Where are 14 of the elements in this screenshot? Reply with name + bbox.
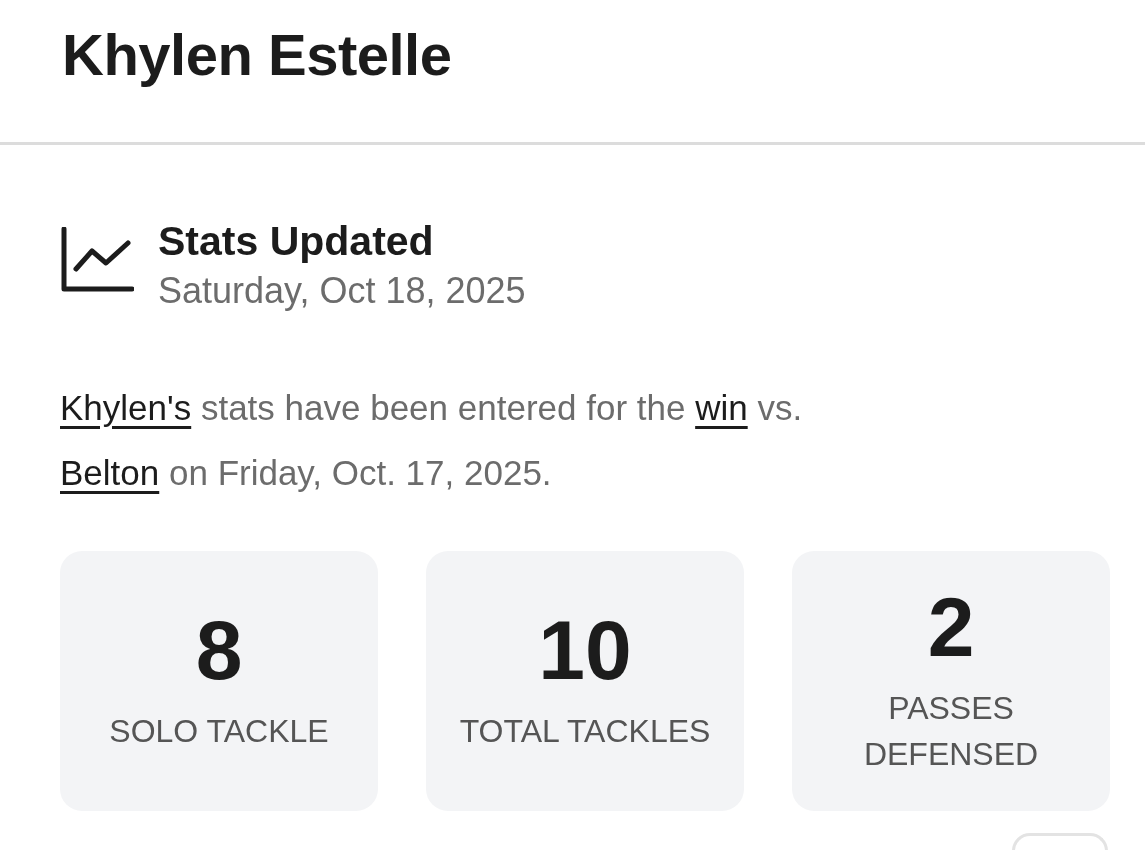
stat-value: 10 — [538, 608, 632, 692]
stat-value: 2 — [927, 585, 975, 669]
line-chart-icon — [60, 227, 134, 293]
stat-label: PASSES DEFENSED — [862, 689, 1040, 774]
stat-label: SOLO TACKLE — [108, 712, 330, 751]
stat-label: TOTAL TACKLES — [458, 712, 712, 751]
text-link[interactable]: Belton — [60, 453, 160, 492]
update-heading: Stats Updated — [158, 217, 435, 265]
stat-value: 8 — [195, 608, 243, 692]
text-link[interactable]: win — [695, 388, 748, 427]
profile-name: Khylen Estelle — [61, 21, 453, 89]
stats-message: Khylen's stats have been entered for the win vs. Belton on Friday, Oct. 17, 2025. — [59, 387, 804, 494]
update-date: Saturday, Oct 18, 2025 — [158, 269, 526, 313]
text-link[interactable]: Khylen's — [60, 388, 192, 427]
